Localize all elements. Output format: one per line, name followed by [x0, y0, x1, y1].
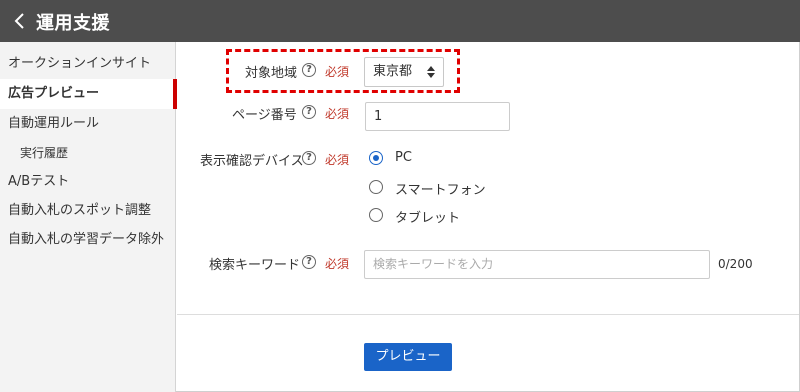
region-label: 対象地域 — [245, 66, 298, 81]
page-number-label: ページ番号 — [232, 108, 297, 123]
radio-smartphone-label[interactable]: スマートフォン — [395, 179, 486, 198]
help-icon[interactable]: ? — [302, 63, 316, 77]
radio-pc[interactable] — [369, 151, 383, 165]
radio-tablet-label[interactable]: タブレット — [395, 207, 460, 226]
device-label: 表示確認デバイス — [200, 154, 304, 169]
sort-arrows-icon — [427, 66, 435, 78]
sidebar-item-ab-test[interactable]: A/Bテスト — [0, 167, 176, 197]
required-badge: 必須 — [325, 65, 350, 79]
sidebar-item-ad-preview[interactable]: 広告プレビュー — [0, 79, 177, 109]
sidebar-item-execution-history[interactable]: 実行履歴 — [0, 138, 176, 168]
page-title: 運用支援 — [36, 13, 110, 34]
keyword-input[interactable]: 検索キーワードを入力 — [364, 250, 710, 279]
chevron-left-icon[interactable] — [10, 11, 30, 31]
region-select-value: 東京都 — [373, 64, 413, 79]
sidebar-item-auto-rules[interactable]: 自動運用ルール — [0, 109, 176, 139]
help-icon[interactable]: ? — [302, 105, 316, 119]
help-icon[interactable]: ? — [302, 255, 316, 269]
sidebar: オークションインサイト 広告プレビュー 自動運用ルール 実行履歴 A/Bテスト … — [0, 42, 177, 392]
radio-pc-label[interactable]: PC — [395, 150, 412, 165]
page-number-input[interactable]: 1 — [365, 102, 510, 131]
sidebar-item-auction-insight[interactable]: オークションインサイト — [0, 49, 176, 79]
region-select[interactable]: 東京都 — [364, 57, 444, 87]
form-divider — [177, 314, 799, 315]
sidebar-item-bid-spot-adjust[interactable]: 自動入札のスポット調整 — [0, 196, 176, 226]
required-badge: 必須 — [325, 153, 350, 167]
radio-smartphone[interactable] — [369, 180, 383, 194]
keyword-char-count: 0/200 — [718, 257, 753, 271]
help-icon[interactable]: ? — [302, 151, 316, 165]
required-badge: 必須 — [325, 257, 350, 271]
preview-button[interactable]: プレビュー — [364, 343, 452, 371]
app-header: 運用支援 — [0, 0, 800, 42]
sidebar-item-bid-data-exclusion[interactable]: 自動入札の学習データ除外 — [0, 225, 176, 255]
keyword-label: 検索キーワード — [209, 258, 301, 273]
radio-tablet[interactable] — [369, 208, 383, 222]
required-badge: 必須 — [325, 107, 350, 121]
